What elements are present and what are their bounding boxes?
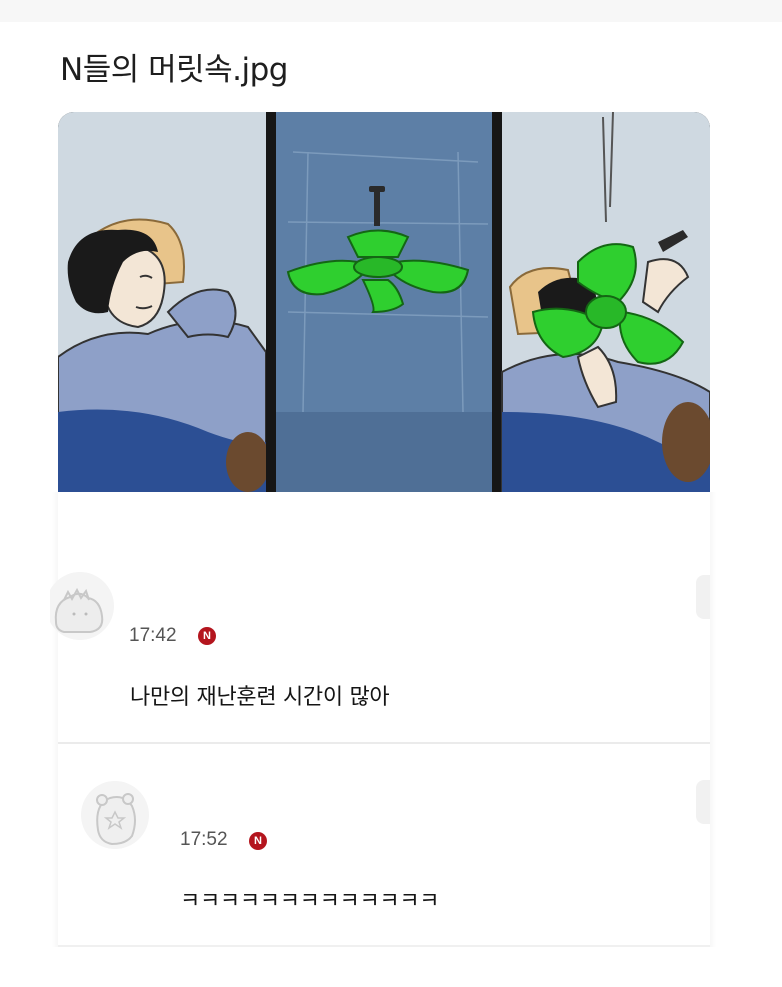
next-card-peek <box>696 575 710 619</box>
card-bottom-edge <box>58 945 710 947</box>
card-edge-left <box>52 492 58 947</box>
comment-text: ㅋㅋㅋㅋㅋㅋㅋㅋㅋㅋㅋㅋㅋ <box>180 889 440 914</box>
n-badge: N <box>249 832 267 850</box>
comments-area <box>58 492 710 947</box>
avatar[interactable] <box>80 772 150 862</box>
comic-panel-2 <box>276 112 492 492</box>
comment-time: 17:52 <box>180 829 228 850</box>
comic-panel-3 <box>501 112 710 492</box>
comic-image <box>58 112 710 492</box>
comic-panel-1 <box>58 112 270 492</box>
card-edge-right <box>710 492 716 947</box>
comment-text: 나만의 재난훈련 시간이 많아 <box>130 685 390 710</box>
post-title: N들의 머릿속.jpg <box>60 52 288 88</box>
next-card-peek <box>696 780 710 824</box>
n-badge: N <box>198 627 216 645</box>
comment-time: 17:42 <box>129 625 177 646</box>
avatar[interactable] <box>46 572 114 646</box>
comment-divider <box>58 742 710 744</box>
top-strip <box>0 0 782 22</box>
